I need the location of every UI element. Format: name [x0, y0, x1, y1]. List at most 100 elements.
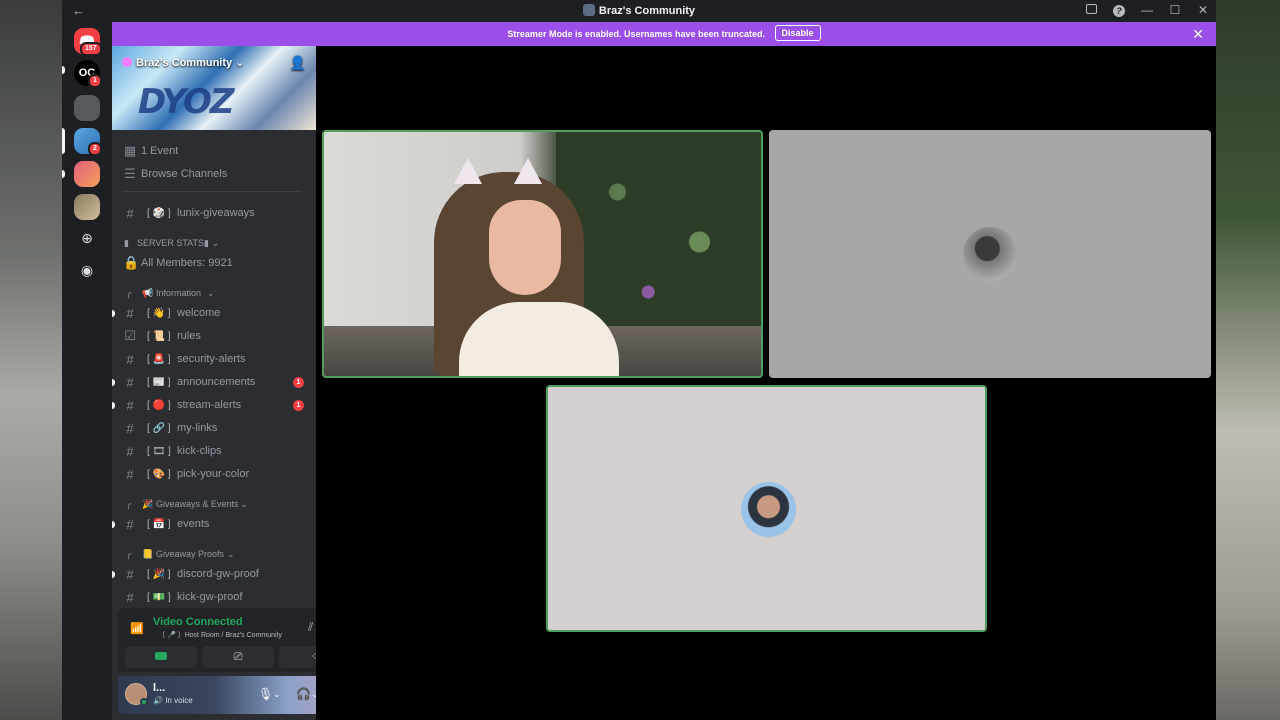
channel-emoji: [ 📜 ] [147, 330, 171, 342]
mention-badge: 1 [293, 376, 304, 388]
channel-label: discord-gw-proof [177, 568, 259, 580]
hashtag-icon: # [126, 397, 134, 413]
server-button-oc[interactable]: OC 1 [74, 60, 102, 88]
browse-channels-link[interactable]: ☰ Browse Channels [112, 163, 316, 185]
thread-curve-icon: ╭ [126, 499, 132, 509]
channel-announcements[interactable]: # [ 📰 ] announcements 1 [112, 371, 316, 393]
help-icon[interactable]: ? [1112, 3, 1126, 17]
signal-icon[interactable]: 📶 [130, 622, 144, 635]
chevron-down-icon[interactable]: ⌄ [311, 689, 316, 700]
channel-stream-alerts[interactable]: # [ 🔴 ] stream-alerts 1 [112, 394, 316, 416]
server-button-helmet[interactable] [74, 95, 100, 121]
channel-all-members[interactable]: 🔒 All Members: 9921 [112, 252, 316, 274]
hashtag-icon: # [126, 305, 134, 321]
screen-share-icon: ⎚ [233, 651, 243, 663]
video-tile-participant[interactable] [546, 385, 987, 632]
chevron-down-icon: ⌄ [235, 57, 245, 69]
close-button[interactable]: ✕ [1196, 3, 1210, 17]
screen-share-button[interactable]: ⎚ [202, 646, 274, 668]
streamer-mode-banner: Streamer Mode is enabled. Usernames have… [112, 22, 1216, 46]
mention-badge: 1 [293, 399, 304, 411]
camera-button[interactable] [125, 646, 197, 668]
chevron-down-icon[interactable]: ⌄ [273, 689, 281, 700]
voice-panel: 📶 Video Connected 〔 🎤 〕Host Room / Braz'… [118, 608, 316, 672]
category-label: Giveaways & Events [156, 499, 239, 509]
channel-label: rules [177, 330, 201, 342]
add-server-icon[interactable]: ⊕ [78, 230, 96, 248]
browse-channels-label: Browse Channels [141, 168, 228, 180]
chart-icon: ▮ ⌄ [204, 238, 219, 248]
hashtag-icon: # [126, 516, 134, 532]
headphones-icon[interactable]: 🎧 [296, 687, 311, 701]
disable-button[interactable]: Disable [774, 25, 821, 41]
window-title: Braz's Community [62, 4, 1216, 17]
channel-emoji: [ 📰 ] [147, 376, 171, 388]
channel-emoji: [ 🎉 ] [147, 568, 171, 580]
channel-emoji: [ 👋 ] [147, 307, 171, 319]
cat-ear [454, 158, 482, 184]
unread-indicator [112, 570, 115, 578]
channel-discord-gw-proof[interactable]: # [ 🎉 ] discord-gw-proof [112, 563, 316, 585]
noise-suppression-icon[interactable]: ⫽ [308, 620, 313, 635]
channel-label: pick-your-color [177, 468, 250, 480]
hashtag-icon: # [126, 566, 134, 582]
banner-close-icon[interactable]: ✕ [1192, 22, 1204, 46]
server-button-pink[interactable] [74, 161, 100, 187]
activities-button[interactable]: ⁘ [279, 646, 316, 668]
home-button[interactable]: 157 [74, 28, 102, 56]
channel-label: my-links [177, 422, 218, 434]
inbox-icon[interactable] [1084, 3, 1098, 17]
discover-icon[interactable]: ◉ [78, 262, 96, 280]
server-button-photo[interactable] [74, 194, 100, 220]
hashtag-icon: # [126, 420, 134, 436]
channel-welcome[interactable]: # [ 👋 ] welcome [112, 302, 316, 324]
webcam-person [434, 158, 619, 376]
channel-emoji: [ 💵 ] [147, 591, 171, 603]
server-banner[interactable]: DYOZ Braz's Community ⌄ 👤 [112, 46, 316, 130]
voice-status[interactable]: Video Connected [153, 616, 243, 628]
channel-pick-your-color[interactable]: # [ 🎨 ] pick-your-color [112, 463, 316, 485]
channel-label: welcome [177, 307, 221, 319]
megaphone-icon: 📢 [142, 288, 154, 298]
chevron-down-icon: ⌄ [240, 499, 248, 509]
invite-icon[interactable]: 👤 [290, 55, 306, 71]
party-icon: 🎉 [142, 499, 154, 509]
channel-events[interactable]: # [ 📅 ] events [112, 513, 316, 535]
browse-icon: ☰ [124, 166, 136, 181]
username[interactable]: l... [153, 682, 165, 694]
person-face [489, 200, 561, 295]
voice-room[interactable]: 〔 🎤 〕Host Room / Braz's Community [158, 630, 282, 640]
channel-kick-gw-proof[interactable]: # [ 💵 ] kick-gw-proof [112, 586, 316, 608]
category-label: Giveaway Proofs [156, 549, 225, 559]
video-tile-camera[interactable] [322, 130, 763, 378]
avatar[interactable] [125, 683, 148, 706]
channel-my-links[interactable]: # [ 🔗 ] my-links [112, 417, 316, 439]
chevron-down-icon: ⌄ [227, 549, 235, 559]
events-link-label: 1 Event [141, 145, 179, 157]
user-panel: l... 🔊 In voice 🎙 ⌄ 🎧 ⌄ ⚙ [118, 676, 316, 714]
thread-curve-icon: ╭ [126, 288, 132, 298]
unread-indicator [112, 520, 115, 528]
maximize-button[interactable]: ☐ [1168, 3, 1182, 17]
thread-curve-icon: ╭ [126, 549, 132, 559]
channel-kick-clips[interactable]: # [ 🎞 ] kick-clips [112, 440, 316, 462]
unread-pill [62, 66, 65, 74]
camera-icon [155, 652, 167, 660]
server-name[interactable]: Braz's Community ⌄ [122, 56, 244, 69]
channel-rules[interactable]: ☑ [ 📜 ] rules [112, 325, 316, 347]
channel-label: security-alerts [177, 353, 246, 365]
category-label: Information [156, 288, 202, 298]
events-link[interactable]: ▦ 1 Event [112, 140, 316, 162]
unread-indicator [112, 378, 115, 386]
hashtag-icon: # [126, 443, 134, 459]
channel-lunix-giveaways[interactable]: # [ 🎲 ] lunix-giveaways [112, 202, 316, 224]
channel-security-alerts[interactable]: # [ 🚨 ] security-alerts [112, 348, 316, 370]
hashtag-icon: # [126, 466, 134, 482]
microphone-icon[interactable]: 🎙 [258, 687, 273, 701]
category-label: SERVER STATS [137, 238, 205, 248]
minimize-button[interactable]: — [1140, 3, 1154, 17]
server-button-braz[interactable]: 2 [74, 128, 102, 156]
activities-icon: ⁘ [310, 651, 316, 663]
channel-emoji: [ 🔴 ] [147, 399, 171, 411]
video-tile-participant[interactable] [769, 130, 1211, 378]
